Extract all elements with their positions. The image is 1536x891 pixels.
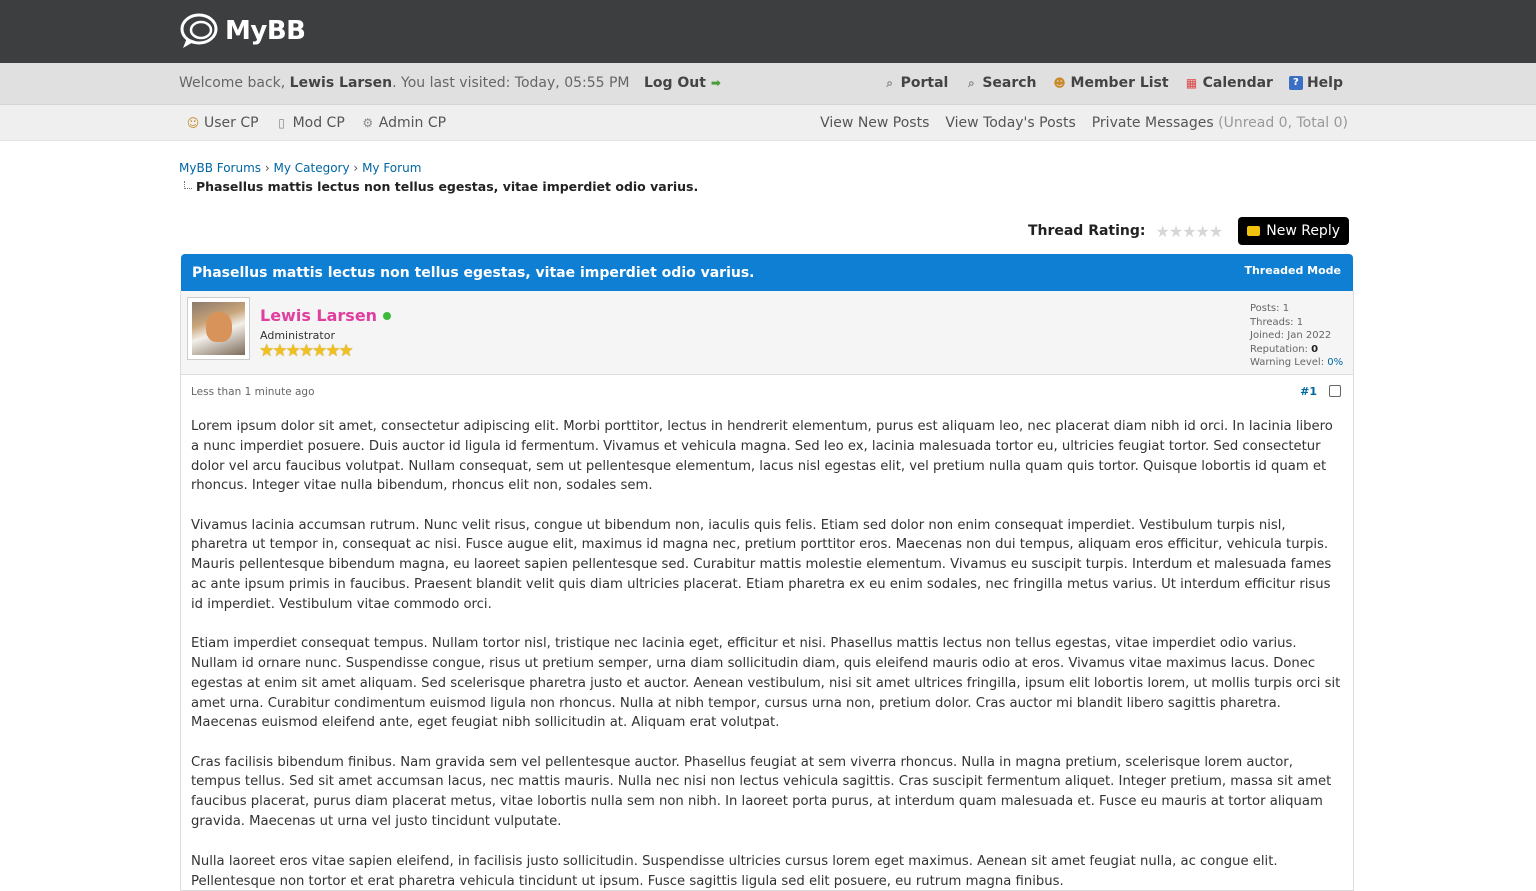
nav-portal[interactable]: ⌕ Portal [883,75,949,91]
logout-arrow-icon: ➡ [710,76,721,90]
admin-cp-gear-icon: ⚙ [362,116,374,130]
help-icon: ? [1288,76,1303,90]
stat-joined: Joined: Jan 2022 [1250,330,1332,341]
thread-rating-stars[interactable]: ★★★★★ [1156,222,1224,241]
logout-label: Log Out [643,75,706,91]
thread-title: Phasellus mattis lectus non tellus egest… [192,265,755,281]
pm-counts: (Unread 0, Total 0) [1218,115,1348,131]
post-paragraph: Nulla laoreet eros vitae sapien eleifend… [191,853,1278,889]
breadcrumb-forums[interactable]: MyBB Forums [179,161,261,175]
breadcrumb-forum[interactable]: My Forum [362,161,421,175]
breadcrumb-current: Phasellus mattis lectus non tellus egest… [184,179,698,194]
mod-cp-link[interactable]: ▯ Mod CP [275,115,345,131]
calendar-icon: ▦ [1185,76,1198,90]
last-visit-text: . You last visited: Today, 05:55 PM [392,75,630,91]
stat-warning-level: Warning Level: 0% [1250,357,1344,368]
search-icon: ⌕ [967,76,975,90]
stat-threads: Threads: 1 [1250,316,1304,328]
new-reply-button[interactable]: New Reply [1238,217,1349,245]
nav-help-label: Help [1306,75,1343,91]
welcome-user-link[interactable]: Lewis Larsen [290,75,392,91]
new-reply-label: New Reply [1266,223,1340,239]
panel-links: ☺ User CP ▯ Mod CP ⚙ Admin CP [186,115,446,131]
post: Lewis Larsen Administrator ★★★★★★★ Posts… [180,291,1354,891]
breadcrumb: MyBB Forums › My Category › My Forum [179,161,421,175]
stat-reputation: Reputation: 0 [1250,343,1319,355]
threaded-mode-link[interactable]: Threaded Mode [1244,264,1341,277]
mybb-logo-icon [180,13,218,48]
view-new-posts-link[interactable]: View New Posts [820,115,929,131]
thread-actions: Thread Rating: ★★★★★ New Reply [1028,217,1349,245]
nav-search-label: Search [982,75,1037,91]
nav-help[interactable]: ? Help [1288,75,1343,91]
private-messages-link[interactable]: Private Messages (Unread 0, Total 0) [1092,115,1348,131]
user-cp-label: User CP [204,115,259,131]
post-paragraph: Lorem ipsum dolor sit amet, consectetur … [191,419,1333,494]
welcome-prefix: Welcome back, [179,75,290,91]
members-icon: ☻ [1053,76,1066,90]
admin-cp-link[interactable]: ⚙ Admin CP [361,115,446,131]
post-author: Lewis Larsen Administrator ★★★★★★★ Posts… [181,291,1353,375]
author-stats: Posts: 1 Threads: 1 Joined: Jan 2022 Rep… [1250,302,1343,370]
post-number-link[interactable]: #1 [1300,385,1317,398]
author-name-link[interactable]: Lewis Larsen [260,306,392,325]
welcome-text: Welcome back, Lewis Larsen. You last vis… [179,75,721,91]
site-logo[interactable]: MyBB [179,12,306,50]
tree-connector-icon [184,181,192,189]
logout-link[interactable]: Log Out ➡ [644,75,721,91]
avatar-image [192,302,245,355]
nav-search[interactable]: ⌕ Search [964,75,1037,91]
header-bar: MyBB [0,0,1536,63]
author-rank-stars: ★★★★★★★ [259,341,354,361]
post-paragraph: Vivamus lacinia accumsan rutrum. Nunc ve… [191,517,1332,612]
nav-member-list[interactable]: ☻ Member List [1053,75,1169,91]
reply-bubble-icon [1247,226,1261,236]
mod-cp-label: Mod CP [292,115,345,131]
warning-level-link[interactable]: 0% [1327,357,1343,368]
thread-header: Phasellus mattis lectus non tellus egest… [181,254,1353,291]
author-name: Lewis Larsen [260,306,378,325]
user-cp-link[interactable]: ☺ User CP [186,115,259,131]
nav-calendar-label: Calendar [1202,75,1273,91]
breadcrumb-separator: › [353,161,359,175]
nav-calendar[interactable]: ▦ Calendar [1185,75,1273,91]
online-status-icon [383,311,392,320]
post-paragraph: Cras facilisis bibendum finibus. Nam gra… [191,754,1332,830]
post-paragraph: Etiam imperdiet consequat tempus. Nullam… [191,636,1341,731]
top-navigation: ⌕ Portal ⌕ Search ☻ Member List ▦ Calendar ?… [883,75,1343,91]
quick-links: View New Posts View Today's Posts Privat… [820,115,1348,131]
nav-member-list-label: Member List [1070,75,1169,91]
welcome-bar: Welcome back, Lewis Larsen. You last vis… [0,63,1536,105]
stat-posts: Posts: 1 [1250,303,1290,314]
admin-cp-label: Admin CP [378,115,447,131]
nav-portal-label: Portal [900,75,949,91]
breadcrumb-category[interactable]: My Category [274,161,350,175]
post-select-checkbox[interactable] [1329,385,1341,397]
user-cp-icon: ☺ [186,116,200,130]
reputation-link[interactable]: 0 [1311,344,1318,355]
logo-text: MyBB [225,16,306,46]
current-thread-title: Phasellus mattis lectus non tellus egest… [196,179,699,194]
thread-rating-label: Thread Rating: [1027,223,1146,239]
breadcrumb-separator: › [264,161,270,175]
post-meta: Less than 1 minute ago #1 [181,375,1353,405]
post-body: Lorem ipsum dolor sit amet, consectetur … [181,405,1353,891]
avatar[interactable] [187,297,250,360]
portal-icon: ⌕ [886,76,893,90]
view-todays-posts-link[interactable]: View Today's Posts [945,115,1075,131]
mod-cp-icon: ▯ [278,116,285,130]
post-date: Less than 1 minute ago [191,386,315,398]
user-navigation: ☺ User CP ▯ Mod CP ⚙ Admin CP View New Post… [0,105,1536,141]
pm-label: Private Messages [1091,115,1214,131]
